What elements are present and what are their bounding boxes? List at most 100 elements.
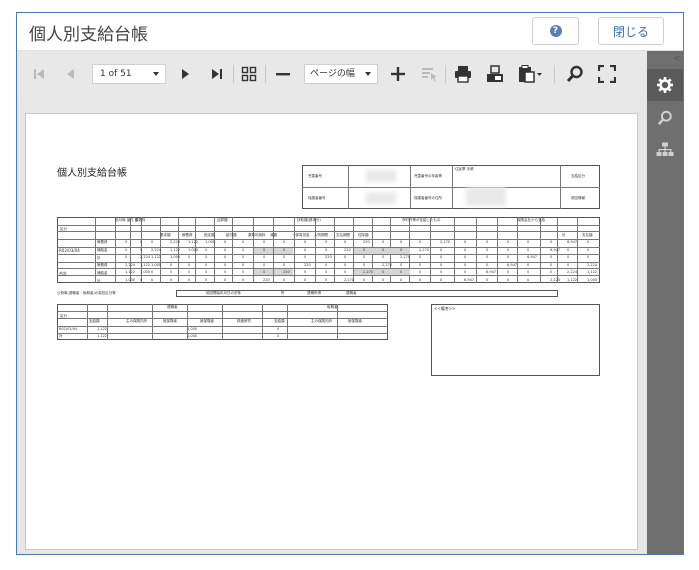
table-cell: 0: [125, 240, 128, 244]
table-rule: [57, 247, 600, 248]
column-subheader: 減額: [270, 233, 277, 237]
first-page-icon[interactable]: [29, 62, 49, 86]
table-cell: 0: [419, 262, 422, 267]
column-subheader: 被保険者: [163, 319, 177, 323]
table-cell: 2,270: [419, 247, 430, 252]
table-rule: [454, 217, 455, 283]
table-cell: 0: [550, 262, 553, 267]
table-cell: 0: [382, 240, 385, 244]
table-cell: 0: [587, 255, 590, 259]
table-cell: 0: [344, 255, 347, 259]
table-cell: 0: [587, 247, 590, 252]
table-rule: [302, 187, 600, 188]
table-cell: 0: [151, 277, 154, 282]
table-cell: 0: [464, 240, 467, 244]
table-cell: 0: [205, 270, 208, 274]
zoom-out-icon[interactable]: [273, 62, 293, 86]
row-kind: 計: [97, 279, 101, 283]
gear-icon[interactable]: [647, 69, 683, 101]
table-cell: 2,224: [151, 247, 162, 252]
layout-icon[interactable]: [239, 62, 259, 86]
toolbar-divider: [265, 65, 266, 83]
table-cell: 0: [263, 240, 266, 244]
export-icon[interactable]: [484, 62, 506, 86]
table-cell: 0: [188, 255, 191, 259]
table-cell: 0: [382, 277, 385, 282]
table-cell: 2,224: [587, 262, 598, 267]
table-cell: 2,224: [125, 262, 136, 267]
row-kind: 補給金: [97, 271, 108, 275]
table-cell: 0: [188, 270, 191, 274]
table-rule: [294, 217, 295, 283]
table-cell: 0: [550, 270, 553, 274]
table-cell: 1,122: [170, 247, 181, 252]
table-cell: 0: [419, 270, 422, 274]
table-cell: 0: [304, 270, 307, 274]
column-header: 扶助額(請求分): [297, 218, 321, 222]
side-panel: [647, 51, 683, 554]
help-button[interactable]: ?: [532, 17, 579, 45]
chevron-down-icon: [365, 72, 371, 76]
chevron-down-icon: [153, 72, 159, 76]
table-cell: 1,122: [140, 262, 151, 267]
paste-icon[interactable]: [515, 62, 545, 86]
burden-label: 退職所得: [307, 291, 321, 295]
table-rule: [517, 217, 518, 283]
next-page-icon[interactable]: [175, 62, 195, 86]
table-cell: 0: [283, 247, 286, 252]
table-cell: 1,122: [151, 255, 162, 259]
table-cell: 1,122: [567, 277, 578, 282]
table-cell: 2,270: [363, 270, 374, 274]
collapse-panel-button[interactable]: <: [673, 54, 681, 64]
search-icon[interactable]: [647, 102, 683, 134]
table-rule: [334, 217, 335, 283]
table-cell: 6,947: [567, 240, 578, 244]
table-cell: 0: [587, 240, 590, 244]
table-cell: 0: [304, 255, 307, 259]
row-kind: 療養費: [97, 240, 108, 244]
table-rule: [262, 304, 263, 340]
column-header: 市町村等が支給したもの: [402, 218, 441, 222]
table-cell: 0: [382, 247, 385, 252]
page-select[interactable]: 1 of 51: [92, 64, 166, 84]
column-subheader: 薬剤利用料: [248, 233, 266, 237]
table-cell: 2,270: [382, 262, 393, 267]
table-cell: 0: [325, 262, 328, 267]
select-text-icon[interactable]: [420, 62, 440, 86]
prev-page-icon[interactable]: [61, 62, 81, 86]
table-cell: 0: [567, 247, 570, 252]
table-cell: 0: [464, 255, 467, 259]
fullscreen-icon[interactable]: [596, 62, 618, 86]
info-label: 児童番号: [308, 174, 322, 178]
table-cell: 0: [419, 277, 422, 282]
table-cell: 1,122: [97, 334, 108, 338]
table-cell: 0: [344, 240, 347, 244]
close-button[interactable]: 閉じる: [598, 17, 664, 45]
report-viewer: 1 of 51 ページの幅 個人別支給台帳 児童番号 児童番号の年齢等 住民票 …: [17, 51, 647, 554]
table-cell: 1,000: [187, 327, 198, 331]
zoom-in-icon[interactable]: [388, 62, 408, 86]
column-subheader: 主の保険内訳: [126, 319, 147, 323]
row-label: R02/03/04: [59, 248, 80, 253]
column-header: 支払額: [582, 233, 593, 237]
zoom-select[interactable]: ページの幅: [304, 64, 378, 84]
org-tree-icon[interactable]: [647, 134, 683, 166]
report-dialog: 個人別支給台帳 ? 閉じる 1 of 51 ページの幅 個人別支給台帳 児童番号…: [16, 12, 684, 555]
print-icon[interactable]: [452, 62, 474, 86]
search-icon[interactable]: [564, 62, 586, 86]
table-cell: 0: [400, 262, 403, 267]
last-page-icon[interactable]: [207, 62, 227, 86]
table-cell: 0: [440, 247, 443, 252]
table-cell: 0: [325, 270, 328, 274]
info-label: 前回情報: [571, 196, 585, 200]
report-canvas[interactable]: 個人別支給台帳 児童番号 児童番号の年齢等 住民票 手帳 支給区分 保護者番号 …: [17, 97, 647, 554]
column-subheader: 支払期間: [336, 233, 350, 237]
table-cell: 0: [550, 255, 553, 259]
table-cell: 0: [242, 247, 245, 252]
table-cell: 0: [170, 262, 173, 267]
table-cell: 0: [224, 255, 227, 259]
notes-box: <<備考>>: [431, 304, 600, 376]
column-subheader: 入院期間: [314, 233, 328, 237]
table-cell: 0: [263, 262, 266, 267]
table-cell: 0: [224, 270, 227, 274]
